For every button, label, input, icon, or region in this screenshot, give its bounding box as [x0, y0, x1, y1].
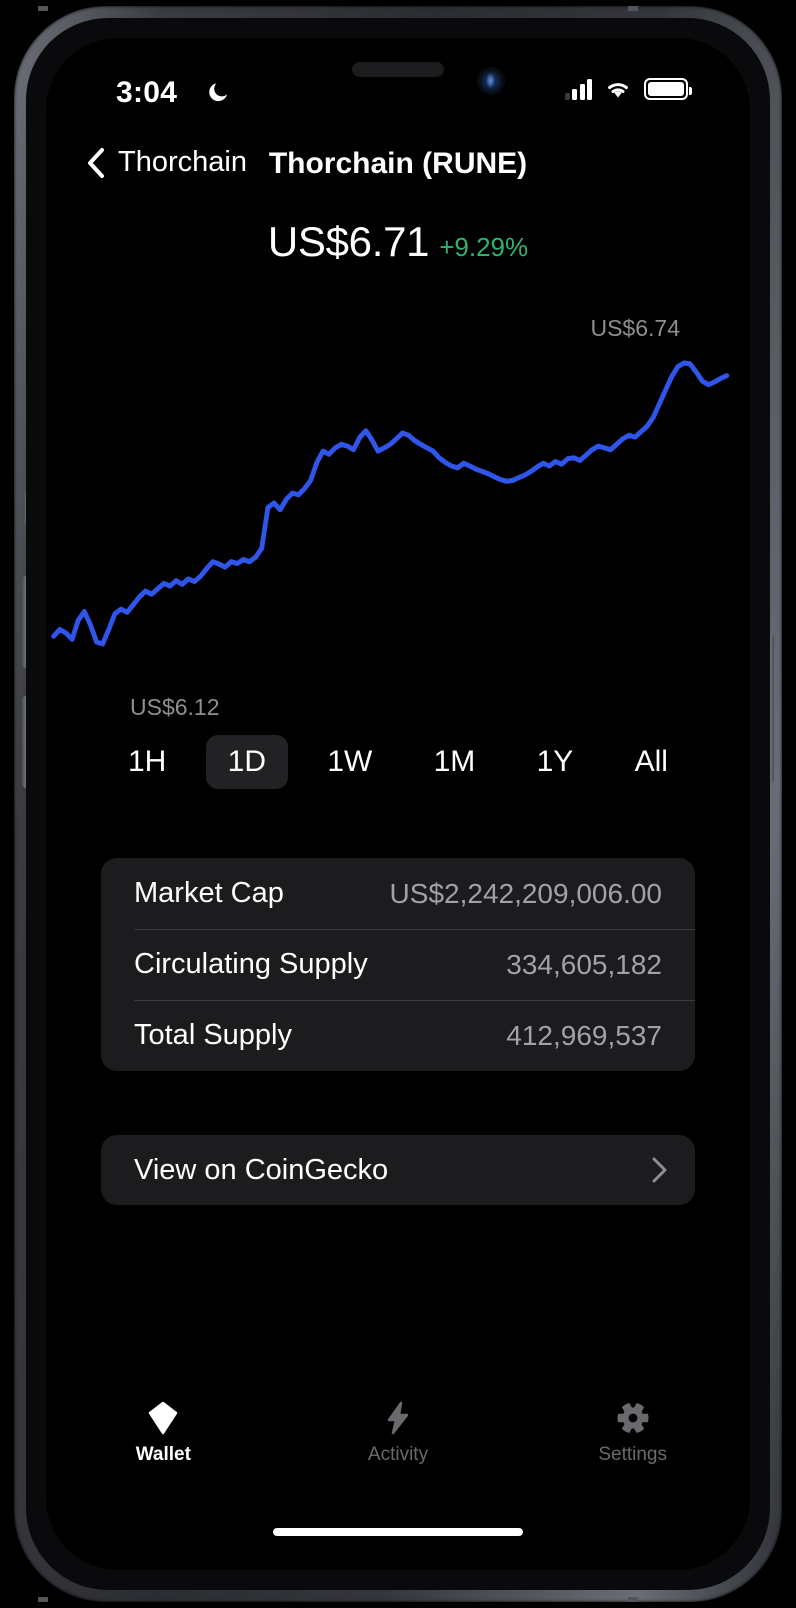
market-stats-card: Market Cap US$2,242,209,006.00 Circulating… [101, 858, 695, 1071]
price-header: US$6.71 +9.29% [46, 218, 750, 266]
antenna-seam [38, 1597, 48, 1602]
stat-row: Circulating Supply 334,605,182 [101, 929, 695, 1000]
stat-row: Market Cap US$2,242,209,006.00 [101, 858, 695, 929]
tab-item-wallet[interactable]: Wallet [46, 1401, 281, 1466]
battery-full-icon [644, 78, 692, 100]
range-option-1m[interactable]: 1M [412, 735, 498, 789]
antenna-seam [628, 6, 638, 11]
page-title: Thorchain (RUNE) [268, 147, 528, 180]
tab-label: Settings [598, 1443, 667, 1465]
tab-label: Wallet [135, 1443, 191, 1465]
wifi-icon [608, 83, 628, 98]
price-change-badge: +9.29% [439, 232, 529, 262]
navigation-bar: Thorchain Thorchain (RUNE) [46, 146, 750, 198]
earpiece-speaker [352, 62, 444, 77]
price-chart-line [51, 360, 730, 647]
stat-label: Total Supply [134, 1019, 292, 1051]
range-option-1h[interactable]: 1H [106, 735, 188, 789]
gear-icon [617, 1402, 649, 1433]
stat-label: Circulating Supply [134, 948, 368, 980]
range-option-1y[interactable]: 1Y [515, 735, 596, 789]
stat-value: 412,969,537 [506, 1019, 662, 1051]
status-bar: 3:04 [46, 76, 750, 116]
chart-range-selector: 1H 1D 1W 1M 1Y All [106, 735, 690, 789]
tab-item-activity[interactable]: Activity [281, 1401, 516, 1466]
moon-icon [209, 83, 227, 102]
chevron-right-icon [652, 1157, 667, 1183]
status-bar-time: 3:04 [116, 76, 178, 109]
device-frame: 3:04 Thorchain Thorchain (RUNE) US$6.71 … [14, 6, 782, 1602]
cellular-signal-icon [564, 78, 592, 100]
home-indicator[interactable] [273, 1528, 523, 1536]
chart-high-label: US$6.74 [590, 315, 680, 341]
status-bar-indicators [564, 78, 692, 100]
phone-screen: 3:04 Thorchain Thorchain (RUNE) US$6.71 … [46, 38, 750, 1570]
range-option-1w[interactable]: 1W [305, 735, 394, 789]
tab-item-settings[interactable]: Settings [515, 1401, 750, 1466]
price-chart[interactable]: US$6.74 US$6.12 [46, 293, 750, 733]
range-option-1d[interactable]: 1D [205, 735, 289, 789]
tab-label: Activity [367, 1443, 429, 1465]
stat-row: Total Supply 412,969,537 [101, 1000, 695, 1071]
antenna-seam [38, 6, 48, 11]
device-bezel: 3:04 Thorchain Thorchain (RUNE) US$6.71 … [26, 18, 770, 1590]
stat-value: 334,605,182 [506, 948, 662, 980]
chart-low-label: US$6.12 [130, 694, 220, 720]
view-on-coingecko-link[interactable]: View on CoinGecko [101, 1135, 695, 1205]
lightning-icon [387, 1401, 409, 1434]
battery-cap [689, 87, 692, 95]
bottom-tab-bar: Wallet Activity Settings [46, 1388, 750, 1478]
range-option-all[interactable]: All [613, 735, 690, 789]
battery-fill [648, 82, 684, 96]
coingecko-link-label: View on CoinGecko [134, 1153, 389, 1186]
antenna-seam [628, 1597, 638, 1602]
gem-icon [149, 1401, 178, 1434]
price-value: US$6.71 [267, 218, 430, 265]
stat-label: Market Cap [134, 877, 284, 909]
stat-value: US$2,242,209,006.00 [389, 877, 662, 909]
